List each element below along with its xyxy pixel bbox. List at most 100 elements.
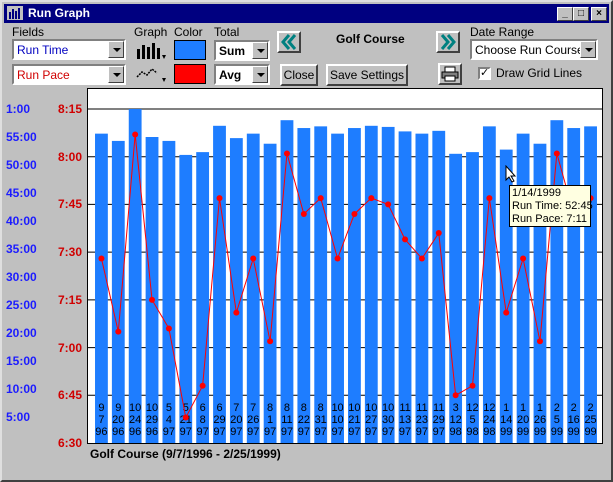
x-tick-label: 2: [554, 402, 560, 414]
x-tick-label: 97: [298, 426, 310, 438]
chart-bar: [449, 153, 463, 444]
bar-chart-icon[interactable]: [7, 6, 23, 20]
x-tick-label: 9: [115, 402, 121, 414]
x-tick-label: 8: [318, 402, 324, 414]
print-button[interactable]: [438, 63, 462, 85]
chart-bar: [482, 126, 496, 444]
pace-point: [402, 236, 409, 243]
x-tick-label: 97: [264, 426, 276, 438]
x-tick-label: 24: [129, 414, 141, 426]
x-tick-label: 11: [433, 402, 444, 414]
close-window-button[interactable]: ×: [591, 7, 607, 21]
left-axis-tick: 50:00: [6, 158, 37, 172]
x-tick-label: 6: [200, 402, 206, 414]
mouse-cursor-icon: [505, 165, 517, 183]
x-tick-label: 7: [250, 402, 256, 414]
x-tick-label: 97: [213, 426, 225, 438]
prev-button[interactable]: [277, 31, 301, 53]
pace-point: [334, 255, 341, 262]
x-tick-label: 10: [365, 402, 377, 414]
left-axis-tick: 25:00: [6, 298, 37, 312]
chevron-down-icon[interactable]: [108, 66, 124, 83]
chart-bar: [229, 138, 243, 443]
x-tick-label: 3: [453, 402, 459, 414]
right-axis-tick: 7:15: [58, 292, 83, 307]
total-label: Total: [214, 25, 240, 39]
chart-bar: [196, 152, 210, 443]
chevron-down-icon[interactable]: [252, 42, 268, 59]
chart-bar: [179, 154, 193, 444]
minimize-button[interactable]: _: [557, 7, 573, 21]
x-tick-label: 99: [568, 426, 580, 438]
series1-color-swatch[interactable]: [174, 40, 206, 60]
x-tick-label: 26: [247, 414, 259, 426]
chart-bar: [213, 125, 226, 444]
graph-label: Graph: [134, 25, 168, 39]
run-chart[interactable]: 9796920961024961029965497521976897629977…: [88, 89, 602, 444]
x-tick-label: 22: [298, 414, 310, 426]
x-tick-label: 1: [537, 402, 543, 414]
x-tick-label: 8: [301, 402, 307, 414]
x-tick-label: 9: [98, 402, 104, 414]
x-tick-label: 97: [281, 426, 293, 438]
bar-graph-icon[interactable]: [135, 41, 167, 61]
x-tick-label: 10: [146, 402, 158, 414]
chevron-down-icon[interactable]: [252, 66, 268, 83]
pace-point: [520, 255, 527, 262]
color-label: Color: [174, 25, 203, 39]
date-range-select[interactable]: Choose Run Course...: [470, 39, 598, 60]
chart-bar: [128, 109, 142, 443]
x-tick-label: 99: [500, 426, 512, 438]
chart-bar: [584, 126, 597, 444]
chevron-down-icon[interactable]: [580, 41, 596, 58]
x-tick-label: 99: [534, 426, 546, 438]
field1-select[interactable]: Run Time: [12, 39, 126, 60]
field2-select[interactable]: Run Pace: [12, 64, 126, 85]
x-tick-label: 14: [500, 414, 512, 426]
x-tick-label: 16: [568, 414, 580, 426]
chevron-down-icon[interactable]: [108, 41, 124, 58]
chart-bar: [145, 137, 159, 443]
x-tick-label: 10: [348, 402, 360, 414]
series2-color-swatch[interactable]: [174, 64, 206, 84]
data-tooltip: 1/14/1999 Run Time: 52:45 Run Pace: 7:11: [509, 185, 593, 227]
chart-bar: [415, 133, 429, 443]
pace-point: [216, 195, 223, 202]
next-button[interactable]: [436, 31, 460, 53]
double-chevron-right-icon: [440, 34, 456, 50]
x-tick-label: 98: [450, 426, 462, 438]
save-settings-button[interactable]: Save Settings: [326, 64, 408, 86]
x-tick-label: 96: [95, 426, 107, 438]
pace-point: [452, 392, 459, 399]
chart-bar: [297, 128, 311, 443]
x-tick-label: 26: [534, 414, 546, 426]
pace-point: [469, 382, 476, 389]
x-tick-label: 1: [267, 414, 273, 426]
grid-lines-checkbox[interactable]: ✓: [478, 67, 491, 80]
pace-point: [317, 195, 324, 202]
chart-bar: [381, 126, 395, 444]
x-tick-label: 10: [331, 414, 343, 426]
chart-plot-area[interactable]: 9796920961024961029965497521976897629977…: [87, 88, 603, 444]
x-tick-label: 99: [517, 426, 529, 438]
total2-select[interactable]: Avg: [214, 64, 270, 85]
x-tick-label: 24: [483, 414, 495, 426]
pace-point: [300, 210, 307, 217]
close-button[interactable]: Close: [280, 64, 318, 86]
x-tick-label: 97: [382, 426, 394, 438]
left-axis-tick: 20:00: [6, 326, 37, 340]
line-graph-icon[interactable]: [135, 64, 167, 84]
chart-caption: Golf Course (9/7/1996 - 2/25/1999): [90, 447, 281, 461]
x-tick-label: 5: [554, 414, 560, 426]
window-title: Run Graph: [28, 6, 90, 20]
right-axis-tick: 7:30: [58, 245, 83, 260]
x-tick-label: 10: [382, 402, 394, 414]
x-tick-label: 5: [469, 414, 475, 426]
pace-point: [553, 150, 560, 157]
right-axis-tick: 6:45: [58, 388, 83, 403]
total1-select[interactable]: Sum: [214, 40, 270, 61]
x-tick-label: 99: [551, 426, 563, 438]
pace-point: [503, 309, 510, 316]
maximize-button[interactable]: □: [573, 7, 589, 21]
x-tick-label: 97: [348, 426, 360, 438]
